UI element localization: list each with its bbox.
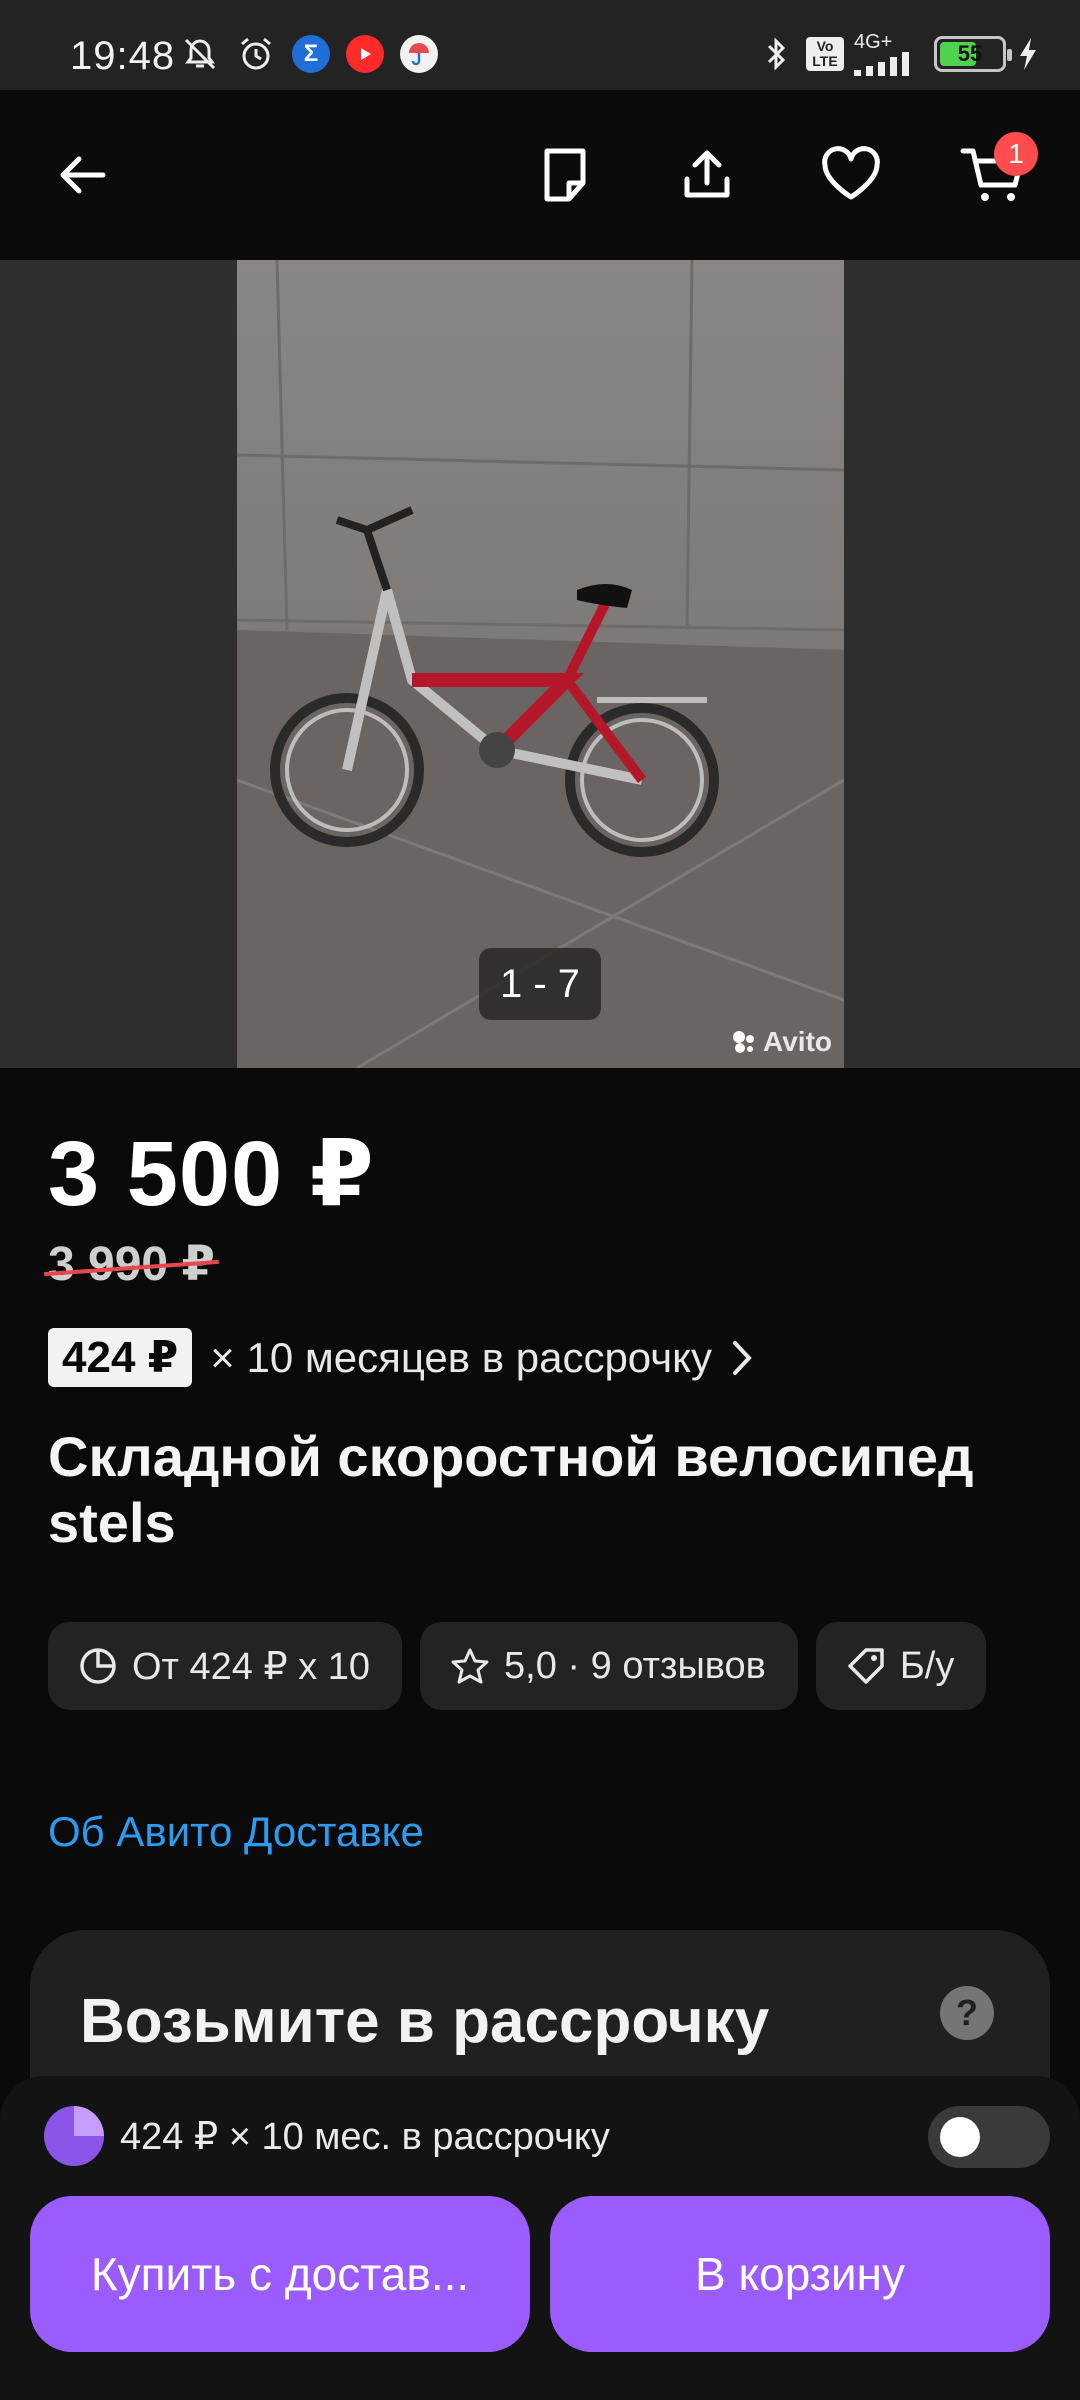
silent-icon [180, 34, 220, 74]
top-app-bar: 1 [0, 90, 1080, 260]
old-price: 3 990 ₽ [44, 1236, 219, 1292]
buy-with-delivery-button[interactable]: Купить с достав... [30, 2196, 530, 2352]
photo-gallery[interactable]: Avito 1 - 7 [0, 260, 1080, 1068]
volte-icon: Vo LTE [806, 34, 844, 74]
installment-toggle[interactable] [928, 2106, 1050, 2168]
status-time: 19:48 [70, 34, 176, 78]
chip-rating[interactable]: 5,0 · 9 отзывов [420, 1622, 798, 1710]
sigma-app-icon: Σ [292, 35, 330, 73]
heart-icon [822, 146, 880, 200]
cart-button[interactable]: 1 [948, 130, 1038, 220]
feature-chips: От 424 ₽ x 10 5,0 · 9 отзывов Б/у [48, 1622, 987, 1710]
bottom-action-bar: 424 ₽ × 10 мес. в рассрочку Купить с дос… [0, 2076, 1080, 2400]
installment-card-title: Возьмите в рассрочку [80, 1987, 770, 2056]
share-button[interactable] [662, 130, 752, 220]
product-title: Складной скоростной велосипед stels [48, 1425, 974, 1554]
status-icons-left: Σ [180, 34, 438, 74]
chip-condition[interactable]: Б/у [815, 1622, 987, 1710]
bnpl-text: 424 ₽ × 10 мес. в рассрочку [120, 2115, 610, 2158]
star-icon [451, 1648, 489, 1684]
bicycle-image [237, 260, 844, 1068]
alarm-icon [236, 34, 276, 74]
status-bar: 19:48 Σ Vo LTE 4G+ 55 [0, 0, 1080, 90]
signal-icon: 4G+ [854, 32, 924, 76]
avito-delivery-link[interactable]: Об Авито Доставке [48, 1808, 424, 1856]
photo-counter: 1 - 7 [479, 948, 601, 1020]
installment-amount: 424 ₽ [48, 1328, 193, 1387]
app-notification-icon [400, 35, 438, 73]
avito-watermark: Avito [731, 1026, 832, 1058]
tag-icon [848, 1648, 884, 1684]
price: 3 500 ₽ [48, 1123, 375, 1225]
cart-count-badge: 1 [994, 132, 1038, 176]
bluetooth-icon [756, 34, 796, 74]
avito-logo-icon [733, 1031, 755, 1053]
installment-row[interactable]: 424 ₽ × 10 месяцев в рассрочку [48, 1328, 754, 1387]
pie-chart-icon [80, 1648, 116, 1684]
bnpl-option: 424 ₽ × 10 мес. в рассрочку [44, 2106, 610, 2166]
toggle-knob [940, 2117, 980, 2157]
youtube-icon [346, 35, 384, 73]
add-to-cart-button[interactable]: В корзину [550, 2196, 1050, 2352]
installment-pie-icon [44, 2106, 104, 2166]
charging-icon [1016, 34, 1040, 74]
chevron-right-icon [732, 1340, 752, 1375]
notes-button[interactable] [520, 130, 610, 220]
arrow-left-icon [60, 156, 106, 194]
chip-installment[interactable]: От 424 ₽ x 10 [48, 1622, 403, 1710]
status-icons-right: Vo LTE 4G+ 55 [756, 32, 1040, 76]
note-icon [544, 148, 586, 202]
help-icon[interactable]: ? [940, 1986, 994, 2040]
share-icon [684, 150, 730, 198]
product-photo[interactable]: Avito [237, 260, 844, 1068]
battery-indicator: 55 [934, 36, 1012, 72]
back-button[interactable] [38, 130, 128, 220]
installment-text: × 10 месяцев в рассрочку [210, 1333, 712, 1381]
favorite-button[interactable] [806, 130, 896, 220]
